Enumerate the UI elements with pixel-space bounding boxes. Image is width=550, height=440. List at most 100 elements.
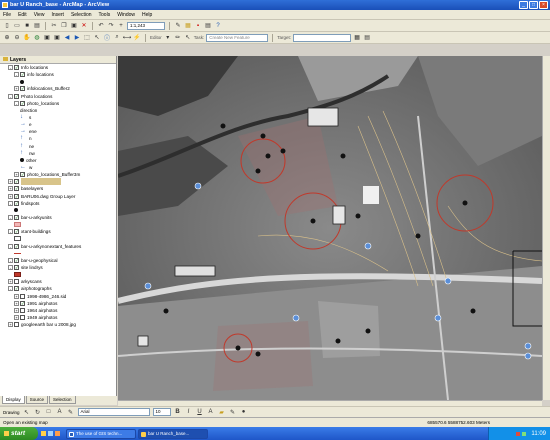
toc-layer-row[interactable]: ↑ ne — [0, 143, 116, 150]
fixed-zoom-in-icon[interactable]: ▣ — [43, 34, 51, 42]
layer-visibility-checkbox[interactable]: ✓ — [14, 286, 19, 292]
tab-display[interactable]: Display — [2, 396, 25, 404]
expand-icon[interactable]: + — [8, 279, 13, 285]
delete-icon[interactable]: ✕ — [80, 22, 88, 30]
editor-menu[interactable]: Editor — [150, 35, 162, 40]
marker-color-icon[interactable]: ● — [240, 408, 248, 416]
collapse-icon[interactable]: - — [8, 93, 13, 99]
back-extent-icon[interactable]: ◀ — [63, 34, 71, 42]
zoom-out-icon[interactable]: ⊖ — [13, 34, 21, 42]
tray-icon[interactable] — [516, 431, 521, 436]
layer-visibility-checkbox[interactable] — [14, 322, 19, 328]
rotate-icon[interactable]: ↻ — [34, 408, 42, 416]
tab-selection[interactable]: Selection — [49, 396, 76, 404]
expand-icon[interactable]: + — [8, 193, 13, 199]
layer-visibility-checkbox[interactable] — [14, 279, 19, 285]
edit-tool-icon[interactable]: ↖ — [184, 34, 192, 42]
forward-extent-icon[interactable]: ▶ — [73, 34, 81, 42]
zoom-in-icon[interactable]: ⊕ — [3, 34, 11, 42]
menu-edit[interactable]: Edit — [18, 12, 27, 18]
full-extent-icon[interactable]: ◍ — [33, 34, 41, 42]
menu-selection[interactable]: Selection — [71, 12, 92, 18]
bold-button[interactable]: B — [174, 408, 182, 416]
collapse-icon[interactable]: - — [8, 65, 13, 71]
open-icon[interactable]: ▭ — [13, 22, 21, 30]
save-icon[interactable]: ■ — [23, 22, 31, 30]
taskbar-item-arcmap[interactable]: bar U Ranch_base... — [138, 428, 208, 439]
layer-visibility-checkbox[interactable]: ✓ — [14, 186, 19, 192]
collapse-icon[interactable]: - — [8, 243, 13, 249]
maximize-button[interactable]: □ — [529, 1, 538, 9]
text-icon[interactable]: A — [56, 408, 64, 416]
close-button[interactable]: × — [539, 1, 548, 9]
toolbox-icon[interactable]: ▪ — [194, 22, 202, 30]
expand-icon[interactable]: + — [14, 172, 19, 178]
toc-layer-row[interactable]: + arkyscans — [0, 278, 116, 285]
toc-layer-row[interactable]: + ✓ baselayers — [0, 185, 116, 192]
toc-layer-row[interactable]: - ✓ site lindrys — [0, 264, 116, 271]
toc-layer-row[interactable]: direction — [0, 107, 116, 114]
taskbar-item-document[interactable]: The use of GIS techn... — [66, 428, 136, 439]
help-icon[interactable]: ? — [214, 22, 222, 30]
vertical-scrollbar[interactable] — [542, 56, 550, 400]
toc-layer-row[interactable]: other — [0, 157, 116, 164]
layer-visibility-checkbox[interactable]: ✓ — [20, 300, 25, 306]
measure-icon[interactable]: ⟷ — [123, 34, 132, 42]
layer-visibility-checkbox[interactable]: ✓ — [14, 265, 19, 270]
layer-visibility-checkbox[interactable]: ✓ — [14, 93, 19, 99]
line-color-icon[interactable]: ✎ — [229, 408, 237, 416]
layer-visibility-checkbox[interactable]: ✓ — [14, 200, 19, 206]
window-titlebar[interactable]: bar U Ranch_base - ArcMap - ArcView _ □ … — [0, 0, 550, 10]
toc-layer-row[interactable] — [0, 271, 116, 278]
toc-layer-row[interactable]: + ✓ Boundaries Layer — [0, 178, 116, 186]
layer-visibility-checkbox[interactable]: ✓ — [14, 229, 19, 235]
rectangle-icon[interactable]: □ — [45, 408, 53, 416]
layer-visibility-checkbox[interactable]: ✓ — [14, 257, 19, 263]
hyperlink-icon[interactable]: ⚡ — [133, 34, 141, 42]
toc-layer-row[interactable]: - ✓ airphotographs — [0, 285, 116, 292]
attributes-icon[interactable]: ▦ — [353, 34, 361, 42]
collapse-icon[interactable]: - — [8, 286, 13, 292]
menu-window[interactable]: Window — [117, 12, 135, 18]
collapse-icon[interactable]: - — [14, 100, 19, 106]
toc-layer-row[interactable] — [0, 250, 116, 257]
expand-icon[interactable]: + — [14, 86, 19, 92]
python-icon[interactable]: ▤ — [204, 22, 212, 30]
quick-launch-icon[interactable] — [55, 431, 60, 436]
layer-visibility-checkbox[interactable] — [20, 307, 25, 313]
edit-vertices-icon[interactable]: ✎ — [67, 408, 75, 416]
tray-icon[interactable] — [522, 431, 527, 436]
layer-visibility-checkbox[interactable]: ✓ — [14, 215, 19, 221]
layer-visibility-checkbox[interactable]: ✓ — [20, 100, 25, 106]
toc-layer-row[interactable]: +1998-4986_246.sid — [0, 293, 116, 300]
add-data-icon[interactable]: + — [117, 22, 125, 30]
print-icon[interactable]: ▤ — [33, 22, 41, 30]
map-display[interactable] — [118, 56, 542, 400]
select-elements-icon[interactable]: ↖ — [23, 408, 31, 416]
menu-tools[interactable]: Tools — [99, 12, 111, 18]
toc-layer-row[interactable]: +1964 airphotos — [0, 307, 116, 314]
toc-layer-row[interactable] — [0, 207, 116, 214]
toc-layer-row[interactable] — [0, 78, 116, 85]
toc-layer-row[interactable]: + googleearth bar u 2008.jpg — [0, 321, 116, 328]
toc-layer-row[interactable]: ↑ n — [0, 135, 116, 142]
expand-icon[interactable]: + — [14, 300, 19, 306]
font-size-combo[interactable]: 10 — [152, 408, 171, 416]
toc-layer-row[interactable]: +1949 airphotos — [0, 314, 116, 321]
menu-view[interactable]: View — [34, 12, 45, 18]
toc-layer-row[interactable]: + ✓ infolocations_Buffer2 — [0, 85, 116, 92]
minimize-button[interactable]: _ — [519, 1, 528, 9]
find-icon[interactable]: ⌕ — [113, 34, 121, 42]
select-elements-icon[interactable]: ↖ — [93, 34, 101, 42]
expand-icon[interactable]: + — [14, 293, 19, 299]
expand-icon[interactable]: + — [14, 314, 19, 320]
collapse-icon[interactable]: - — [8, 229, 13, 235]
collapse-icon[interactable]: - — [8, 257, 13, 263]
paste-icon[interactable]: ▣ — [70, 22, 78, 30]
toc-layer-row[interactable]: ↑ nw — [0, 150, 116, 157]
cut-icon[interactable]: ✂ — [50, 22, 58, 30]
collapse-icon[interactable]: - — [8, 215, 13, 221]
layer-visibility-checkbox[interactable]: ✓ — [20, 86, 25, 92]
identify-icon[interactable]: ⓘ — [103, 34, 111, 42]
layer-visibility-checkbox[interactable]: ✓ — [20, 72, 25, 78]
